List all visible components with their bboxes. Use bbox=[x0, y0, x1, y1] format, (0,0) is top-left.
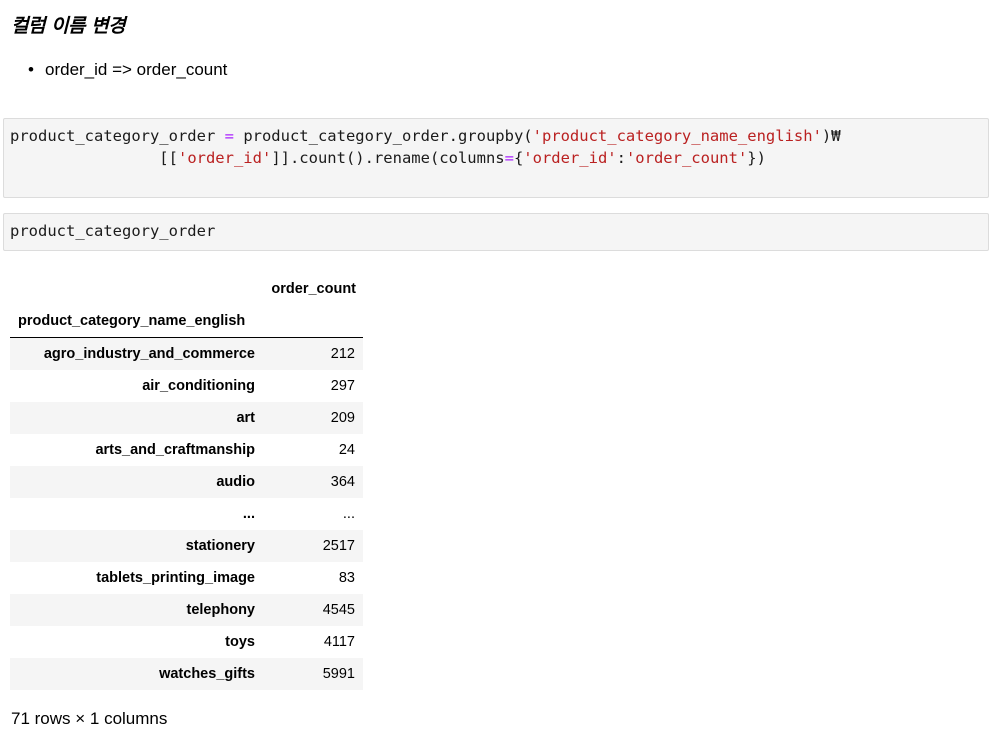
code-token: : bbox=[616, 149, 626, 167]
table-cell-order-count: 83 bbox=[338, 570, 355, 586]
table-row-index: stationery bbox=[185, 538, 255, 554]
dataframe-shape: 71 rows × 1 columns bbox=[11, 709, 168, 728]
table-row: arts_and_craftmanship 24 bbox=[10, 434, 363, 466]
markdown-heading: 컬럼 이름 변경 bbox=[11, 15, 126, 37]
table-cell-order-count: 209 bbox=[330, 410, 355, 426]
table-cell-order-count: 4117 bbox=[323, 634, 355, 650]
table-cell-order-count: 297 bbox=[330, 378, 355, 394]
table-row-index: telephony bbox=[186, 602, 255, 618]
code-string-token: 'product_category_name_english' bbox=[532, 127, 822, 145]
table-cell-order-count: 5991 bbox=[322, 666, 355, 682]
table-row: air_conditioning 297 bbox=[10, 370, 363, 402]
table-row-index: tablets_printing_image bbox=[96, 570, 255, 586]
table-row-index: air_conditioning bbox=[142, 378, 255, 394]
code-token: product_category_order bbox=[10, 222, 216, 240]
table-row: tablets_printing_image 83 bbox=[10, 562, 363, 594]
code-token: product_category_order.groupby( bbox=[233, 127, 533, 145]
markdown-bullet-item: • order_id => order_count bbox=[28, 56, 227, 84]
table-row-index: arts_and_craftmanship bbox=[95, 442, 255, 458]
dataframe-corner bbox=[10, 272, 263, 305]
dataframe-index-name-row: product_category_name_english bbox=[10, 305, 363, 338]
dataframe-index-name-filler bbox=[263, 305, 363, 338]
table-row-index: agro_industry_and_commerce bbox=[43, 346, 255, 362]
code-cell-source[interactable]: product_category_order bbox=[10, 220, 982, 242]
table-row: ...... bbox=[10, 498, 363, 530]
dataframe-body: agro_industry_and_commerce 212 air_conditi… bbox=[10, 337, 363, 690]
code-token: [[ bbox=[10, 149, 178, 167]
code-cell-display[interactable]: product_category_order bbox=[3, 213, 989, 251]
table-row: agro_industry_and_commerce 212 bbox=[10, 337, 363, 370]
table-cell-order-count: 2517 bbox=[322, 538, 355, 554]
code-string-token: 'order_id' bbox=[177, 149, 272, 167]
table-cell-order-count: 212 bbox=[330, 346, 355, 362]
table-row-index: ... bbox=[242, 506, 255, 522]
table-cell-order-count: ... bbox=[342, 506, 355, 522]
markdown-bullet-list: • order_id => order_count bbox=[28, 56, 227, 84]
table-row: watches_gifts 5991 bbox=[10, 658, 363, 690]
bullet-icon: • bbox=[28, 60, 34, 79]
dataframe-index-name: product_category_name_english bbox=[10, 305, 263, 338]
code-token: ]].count().rename(columns bbox=[271, 149, 505, 167]
dataframe-column-header: order_count bbox=[271, 280, 356, 297]
code-cell-source[interactable]: product_category_order = product_categor… bbox=[10, 125, 982, 169]
code-cell-rename[interactable]: product_category_order = product_categor… bbox=[3, 118, 989, 198]
code-token: )₩ bbox=[821, 127, 841, 145]
table-cell-order-count: 4545 bbox=[322, 602, 355, 618]
table-row: stationery 2517 bbox=[10, 530, 363, 562]
code-operator-token: = bbox=[504, 149, 514, 167]
table-cell-order-count: 24 bbox=[338, 442, 355, 458]
dataframe-header-row: order_count bbox=[10, 272, 363, 305]
dataframe-output: order_count product_category_name_englis… bbox=[10, 272, 363, 690]
table-row-index: watches_gifts bbox=[159, 666, 255, 682]
table-row: art 209 bbox=[10, 402, 363, 434]
code-token: }) bbox=[747, 149, 766, 167]
table-row-index: toys bbox=[225, 634, 255, 650]
code-string-token: 'order_id' bbox=[523, 149, 617, 167]
table-row: toys 4117 bbox=[10, 626, 363, 658]
code-string-token: 'order_count' bbox=[625, 149, 748, 167]
table-row-index: art bbox=[236, 410, 255, 426]
table-row-index: audio bbox=[216, 474, 255, 490]
markdown-bullet-text: order_id => order_count bbox=[45, 60, 228, 79]
code-token: { bbox=[513, 149, 524, 167]
table-row: telephony 4545 bbox=[10, 594, 363, 626]
table-row: audio 364 bbox=[10, 466, 363, 498]
code-operator-token: = bbox=[224, 127, 234, 145]
code-token: product_category_order bbox=[10, 127, 225, 145]
table-cell-order-count: 364 bbox=[330, 474, 355, 490]
